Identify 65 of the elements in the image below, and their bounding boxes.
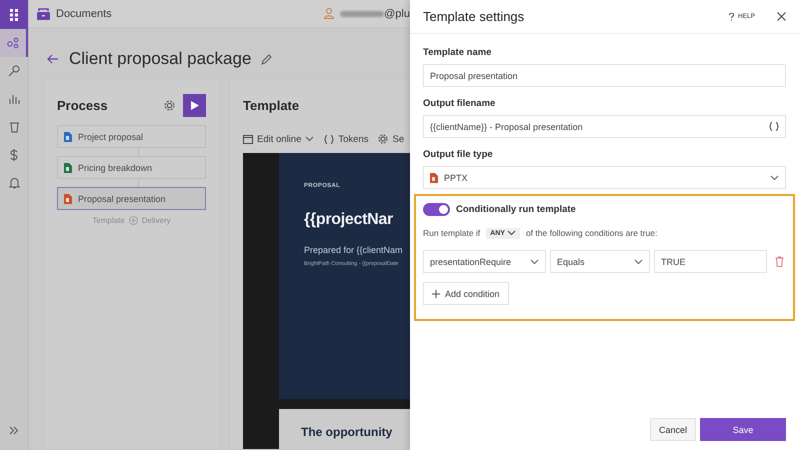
app-title: Documents (56, 8, 112, 20)
plus-icon (432, 290, 440, 298)
chevron-down-icon (634, 258, 643, 264)
add-condition-button[interactable]: Add condition (423, 282, 509, 305)
field-label: Output file type (423, 149, 494, 160)
trash-icon[interactable] (775, 256, 784, 267)
app-launcher-button[interactable] (0, 0, 28, 29)
toggle-label: Conditionally run template (456, 204, 576, 214)
save-button[interactable]: Save (700, 418, 786, 441)
run-button[interactable] (183, 94, 206, 116)
close-button[interactable] (777, 12, 786, 21)
back-arrow-icon[interactable] (47, 54, 59, 64)
card-title: Process (57, 98, 109, 112)
close-icon (777, 12, 786, 21)
card-title: Template (243, 98, 300, 112)
field-label: Output filename (423, 98, 496, 109)
field-label: Template name (423, 47, 492, 58)
play-icon (190, 100, 198, 110)
nodes-icon[interactable] (7, 37, 19, 49)
toolbar-button[interactable]: Tokens (324, 134, 368, 144)
value-input[interactable]: TRUE (654, 250, 767, 273)
chevron-down-icon (506, 230, 516, 236)
trash-icon[interactable] (8, 121, 20, 133)
window-icon (243, 134, 253, 144)
cancel-button[interactable]: Cancel (650, 418, 696, 441)
chevron-down-icon (770, 174, 779, 180)
bell-icon[interactable] (8, 177, 20, 189)
braces-icon (769, 122, 779, 131)
text-input[interactable]: Proposal presentation (423, 64, 786, 87)
spreadsheet-file-icon (64, 162, 72, 172)
dollar-icon[interactable] (10, 149, 18, 161)
condition-text: of the following conditions are true: (526, 228, 658, 238)
field-dropdown[interactable]: presentationRequire (423, 250, 546, 273)
presentation-file-icon (430, 172, 438, 182)
condition-text: Run template if (423, 228, 480, 238)
user-email: @plu (384, 8, 410, 20)
redacted-email (340, 10, 384, 16)
process-step[interactable]: Proposal presentation (57, 187, 206, 210)
toolbar-button[interactable]: Se (378, 134, 404, 144)
panel-title: Template settings (423, 9, 526, 24)
settings-icon[interactable] (164, 100, 175, 110)
chevron-down-icon (305, 136, 314, 142)
process-step[interactable]: Project proposal (57, 125, 206, 148)
chevron-down-icon (530, 258, 539, 264)
bar-chart-icon[interactable] (8, 93, 20, 105)
gear-icon (378, 134, 388, 144)
slide-heading: {{projectNar (304, 211, 394, 229)
process-step[interactable]: Pricing breakdown (57, 156, 206, 179)
double-chevron-icon (9, 426, 19, 434)
toggle-switch[interactable] (423, 202, 450, 216)
presentation-file-icon (64, 194, 72, 204)
text-input[interactable]: {{clientName}} - Proposal presentation (423, 115, 786, 138)
pencil-icon[interactable] (261, 54, 272, 64)
slide-heading: The opportunity (301, 425, 392, 439)
archive-box-icon (37, 8, 50, 20)
braces-icon (324, 134, 334, 144)
word-file-icon (64, 132, 72, 142)
question-mark-icon (729, 12, 734, 20)
slide-subtitle: Prepared for {{clientNam (304, 245, 404, 255)
grid-icon (10, 8, 18, 20)
sidebar-item[interactable] (0, 29, 28, 57)
file-type-select[interactable]: PPTX (423, 166, 786, 189)
toolbar-button[interactable]: Edit online (243, 134, 314, 144)
operator-dropdown[interactable]: Equals (550, 250, 650, 273)
page-title: Client proposal package (69, 49, 252, 69)
